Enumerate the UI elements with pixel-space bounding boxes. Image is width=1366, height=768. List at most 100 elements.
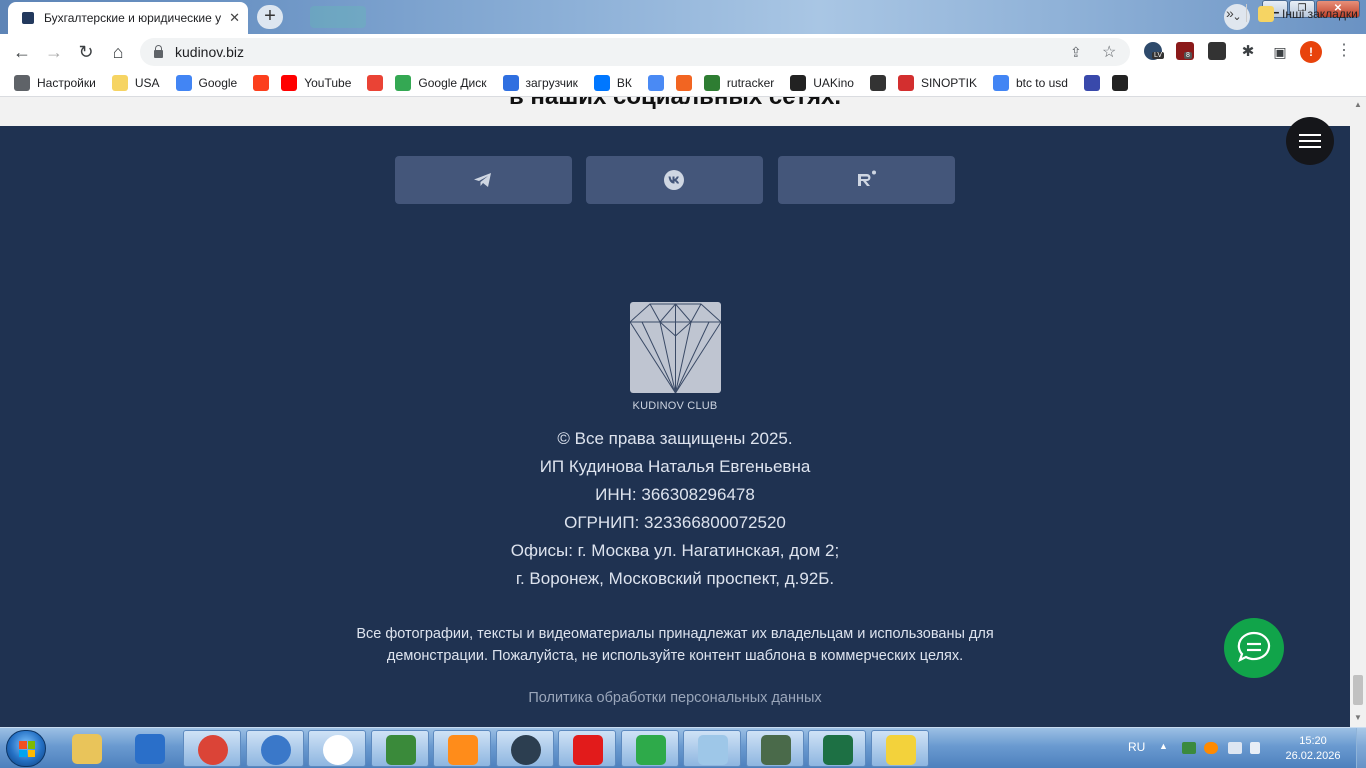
scroll-up-icon[interactable]: ▲ (1354, 100, 1362, 109)
bookmark-item[interactable]: Google Диск (395, 75, 487, 91)
start-button[interactable] (6, 730, 46, 767)
menu-line (1299, 134, 1321, 136)
network-icon[interactable] (1228, 742, 1242, 754)
copyright-notice: Все фотографии, тексты и видеоматериалы … (0, 623, 1350, 667)
share-icon[interactable]: ⇪ (1070, 44, 1082, 61)
bookmark-item[interactable] (675, 75, 692, 91)
clock-time: 15:20 (1299, 735, 1327, 747)
extension-ublock-icon[interactable]: 8 (1176, 42, 1194, 60)
tab-strip-decoration (310, 6, 366, 28)
bookmark-item[interactable]: btc to usd (992, 75, 1068, 91)
system-clock[interactable]: 15:20 26.02.2026 (1282, 734, 1344, 764)
bookmark-item[interactable]: UAKino (790, 75, 854, 91)
vk-button[interactable] (586, 156, 763, 204)
lock-icon[interactable] (154, 44, 163, 58)
inn-text: ИНН: 366308296478 (595, 485, 755, 504)
excel-green-icon (385, 735, 416, 765)
taskbar-monitor[interactable] (745, 730, 804, 767)
bookmark-star-icon[interactable]: ☆ (1102, 42, 1116, 62)
extensions-puzzle-icon[interactable]: ✱ (1236, 40, 1260, 64)
scrollbar-thumb[interactable] (1353, 675, 1363, 705)
yandex-browser-icon (323, 735, 353, 765)
bookmark-label: btc to usd (1015, 76, 1068, 90)
address-bar[interactable]: kudinov.biz ⇪ ☆ (140, 38, 1130, 66)
bookmark-item[interactable] (1111, 75, 1128, 91)
tray-app-icon[interactable] (1182, 742, 1196, 754)
bookmark-item[interactable] (253, 75, 270, 91)
hamburger-menu-button[interactable] (1286, 117, 1334, 165)
network-icon (260, 735, 291, 765)
bookmark-item[interactable] (367, 75, 384, 91)
bookmarks-bar: Настройки USA Google YouTube Google Диск загр… (0, 70, 1366, 97)
monitor-icon (760, 735, 791, 765)
scroll-down-icon[interactable]: ▼ (1354, 713, 1362, 722)
side-panel-icon[interactable]: ▣ (1268, 40, 1292, 64)
show-desktop-button[interactable] (1356, 728, 1366, 768)
browser-tab-bar: Бухгалтерские и юридические у ✕ + ⌄ ▁ ❐ … (0, 0, 1366, 34)
taskbar-color-app[interactable] (620, 730, 679, 767)
wise-care-icon (134, 734, 165, 764)
back-button[interactable]: ← (10, 40, 34, 64)
extension-arrow-icon[interactable] (1208, 42, 1226, 60)
close-tab-icon[interactable]: ✕ (229, 10, 240, 26)
tray-rss-icon[interactable] (1204, 742, 1218, 754)
menu-line (1299, 140, 1321, 142)
bookmark-label: загрузчик (525, 76, 578, 90)
bookmark-item[interactable]: USA (111, 75, 160, 91)
gear-icon (14, 75, 30, 91)
loader-icon (502, 75, 519, 91)
taskbar-excel-green[interactable] (370, 730, 429, 767)
kudinov-club-logo[interactable] (629, 302, 722, 395)
notice-line: Все фотографии, тексты и видеоматериалы … (356, 626, 994, 642)
taskbar-notes[interactable] (683, 730, 741, 767)
windows-logo-icon (19, 741, 35, 757)
extension-lv-icon[interactable]: LV (1144, 42, 1165, 60)
bookmark-item[interactable]: Настройки (14, 75, 96, 91)
browser-tab[interactable]: Бухгалтерские и юридические у ✕ (8, 2, 248, 34)
bookmark-item[interactable] (1083, 75, 1100, 91)
bookmark-item[interactable]: загрузчик (502, 75, 578, 91)
rutube-button[interactable] (778, 156, 955, 204)
profile-avatar[interactable]: ! (1300, 41, 1322, 63)
taskbar-network[interactable] (245, 730, 304, 767)
browser-menu-icon[interactable]: ⋮ (1336, 42, 1352, 60)
other-bookmarks-folder[interactable]: Інші закладки (1258, 0, 1358, 27)
bookmark-item[interactable]: Google (175, 75, 237, 91)
bookmark-item[interactable]: SINOPTIK (897, 75, 977, 91)
bookmark-item[interactable] (869, 75, 886, 91)
bookmark-label: UAKino (813, 76, 854, 90)
explorer-icon (72, 734, 102, 764)
language-indicator[interactable]: RU (1128, 740, 1145, 754)
bookmark-item[interactable]: ВК (593, 75, 632, 91)
tray-expand-icon[interactable]: ▲ (1159, 741, 1168, 751)
telegram-button[interactable] (395, 156, 572, 204)
translate-icon (647, 75, 664, 91)
taskbar-calendar[interactable] (870, 730, 929, 767)
home-button[interactable]: ⌂ (106, 40, 130, 64)
reload-button[interactable]: ↻ (74, 40, 98, 64)
knight-icon (869, 75, 886, 91)
bookmarks-overflow-button[interactable]: » (1226, 5, 1234, 21)
chat-widget-button[interactable] (1224, 618, 1284, 678)
bookmark-item[interactable]: YouTube (281, 75, 351, 91)
bookmark-label: Google Диск (418, 76, 487, 90)
bookmark-item[interactable] (647, 75, 664, 91)
taskbar-chrome[interactable] (183, 730, 241, 767)
taskbar-yandex-browser[interactable] (308, 730, 366, 767)
new-tab-button[interactable]: + (257, 5, 283, 29)
taskbar-excel[interactable] (808, 730, 866, 767)
forward-button[interactable]: → (42, 40, 66, 64)
taskbar-total-commander-64[interactable] (558, 730, 616, 767)
gmail-icon (367, 75, 384, 91)
taskbar-wise-care[interactable] (121, 730, 179, 767)
privacy-policy-link[interactable]: Политика обработки персональных данных (0, 690, 1350, 706)
volume-icon[interactable] (1250, 742, 1260, 754)
owner-name-text: ИП Кудинова Наталья Евгеньевна (539, 457, 811, 476)
taskbar-clock[interactable] (495, 730, 554, 767)
page-scrollbar[interactable]: ▲ ▼ (1350, 97, 1366, 727)
bookmark-item[interactable]: rutracker (703, 75, 774, 91)
taskbar-explorer[interactable] (58, 730, 116, 767)
taskbar-media-player[interactable] (433, 730, 491, 767)
logo-caption: KUDINOV CLUB (632, 400, 718, 412)
bookmarks-divider (1246, 4, 1247, 22)
